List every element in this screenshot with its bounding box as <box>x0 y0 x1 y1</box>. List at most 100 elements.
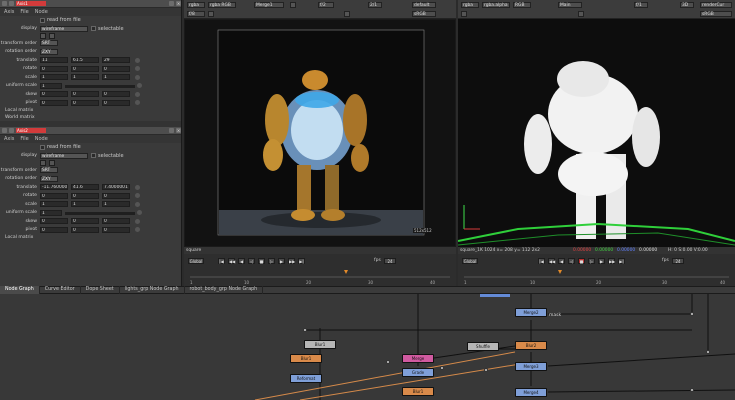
translate-y-field[interactable]: 41.6 <box>71 184 99 191</box>
animation-icon[interactable] <box>135 184 140 190</box>
node-merge[interactable]: Merge3 <box>515 362 547 371</box>
rotate-x-field[interactable]: 0 <box>40 192 68 199</box>
translate-x-field[interactable]: -11.760000 <box>40 184 68 191</box>
pivot-x-field[interactable]: 0 <box>40 226 68 233</box>
roi-button[interactable] <box>461 11 467 17</box>
float-panel-icon[interactable] <box>169 128 174 133</box>
prev-frame-button[interactable]: ◀ <box>558 258 565 264</box>
node-blur[interactable]: Blur1 <box>304 340 336 349</box>
rotation-order-dropdown[interactable]: ZXY <box>40 175 58 182</box>
selectable-checkbox[interactable] <box>91 153 96 159</box>
renderer-dropdown[interactable]: renderCur <box>700 2 732 8</box>
uniform-scale-field[interactable]: 1 <box>40 82 62 89</box>
read-from-file-checkbox[interactable] <box>40 17 45 23</box>
dot-node[interactable] <box>440 366 444 370</box>
node-reformat[interactable]: Reformat <box>290 374 322 383</box>
animation-icon[interactable] <box>135 227 140 233</box>
dot-node[interactable] <box>303 328 307 332</box>
playhead-marker[interactable] <box>344 270 348 274</box>
dot-node[interactable] <box>690 388 694 392</box>
stop-button[interactable]: ■ <box>578 258 585 264</box>
node-blur[interactable]: Blur1 <box>290 354 322 363</box>
translate-z-field[interactable]: 29 <box>102 57 130 64</box>
fps-field[interactable]: 24 <box>672 258 684 264</box>
tab-dope-sheet[interactable]: Dope Sheet <box>81 286 120 294</box>
channels-dropdown[interactable]: rgba <box>187 2 205 8</box>
gain-dropdown[interactable]: f/2 <box>318 2 334 8</box>
skew-x-field[interactable]: 0 <box>40 91 68 98</box>
transform-order-dropdown[interactable]: SRT <box>40 167 58 174</box>
uniform-scale-slider[interactable] <box>65 84 135 88</box>
skew-z-field[interactable]: 0 <box>102 91 130 98</box>
node-merge[interactable]: Merge <box>402 354 434 363</box>
close-panel-icon[interactable]: × <box>176 1 181 6</box>
node-open-icon[interactable] <box>9 128 14 133</box>
next-key-button[interactable]: ▶▶ <box>608 258 615 264</box>
timeline-mode-dropdown[interactable]: Global <box>188 258 204 264</box>
display-dropdown[interactable]: wireframe <box>40 152 88 159</box>
node-grade[interactable]: Grade <box>402 368 434 377</box>
node-name-field[interactable]: Axis1 <box>16 1 46 6</box>
tab-node-graph[interactable]: Node Graph <box>0 286 40 294</box>
stop-button[interactable]: ■ <box>258 258 265 264</box>
node-color-icon[interactable] <box>2 128 7 133</box>
pivot-z-field[interactable]: 0 <box>102 99 130 106</box>
rgb-dropdown[interactable]: RGB <box>513 2 531 8</box>
rotation-order-dropdown[interactable]: ZXY <box>40 48 58 55</box>
animation-icon[interactable] <box>135 218 140 224</box>
skew-y-field[interactable]: 0 <box>71 218 99 225</box>
tab-node[interactable]: Node <box>35 136 48 142</box>
rotate-x-field[interactable]: 0 <box>40 65 68 72</box>
gain-dropdown[interactable]: f/1 <box>634 2 648 8</box>
node-shuffle[interactable]: Shuffle <box>467 342 499 351</box>
input-dropdown[interactable]: Main <box>558 2 582 8</box>
skew-z-field[interactable]: 0 <box>102 218 130 225</box>
clip-button[interactable] <box>578 11 584 17</box>
dot-node[interactable] <box>386 360 390 364</box>
scale-x-field[interactable]: 1 <box>40 74 68 81</box>
roi-button[interactable] <box>208 11 214 17</box>
close-panel-icon[interactable]: × <box>176 128 181 133</box>
animation-icon[interactable] <box>135 91 140 97</box>
layer-dropdown[interactable]: rgba RGB <box>208 2 236 8</box>
playhead-marker[interactable] <box>558 270 562 274</box>
colorspace-dropdown[interactable]: sRGB <box>700 11 732 17</box>
scale-z-field[interactable]: 1 <box>102 74 130 81</box>
node-color-icon[interactable] <box>2 1 7 6</box>
input-b-button[interactable] <box>290 2 296 8</box>
rotate-z-field[interactable]: 0 <box>102 65 130 72</box>
dot-node[interactable] <box>706 350 710 354</box>
pivot-y-field[interactable]: 0 <box>71 226 99 233</box>
node-blur[interactable]: Blur1 <box>402 387 434 396</box>
local-matrix-toggle[interactable]: Local matrix <box>0 235 60 240</box>
tab-lights-grp-node-graph[interactable]: lights_grp Node Graph <box>120 286 185 294</box>
animation-icon[interactable] <box>137 83 142 89</box>
animation-icon[interactable] <box>135 100 140 106</box>
animation-icon[interactable] <box>137 210 142 216</box>
node-open-icon[interactable] <box>9 1 14 6</box>
prev-frame-button[interactable]: ◀ <box>238 258 245 264</box>
node-merge[interactable]: Merge4 <box>515 388 547 397</box>
uniform-scale-field[interactable]: 1 <box>40 209 62 216</box>
local-matrix-toggle[interactable]: Local matrix <box>0 108 60 113</box>
tab-file[interactable]: File <box>20 136 28 142</box>
skew-x-field[interactable]: 0 <box>40 218 68 225</box>
pivot-y-field[interactable]: 0 <box>71 99 99 106</box>
dot-node[interactable] <box>484 368 488 372</box>
play-button[interactable]: ▷ <box>588 258 595 264</box>
play-button[interactable]: ▷ <box>268 258 275 264</box>
prev-key-button[interactable]: ◀◀ <box>228 258 235 264</box>
pivot-x-field[interactable]: 0 <box>40 99 68 106</box>
animation-icon[interactable] <box>135 201 140 207</box>
animation-icon[interactable] <box>135 193 140 199</box>
rotate-z-field[interactable]: 0 <box>102 192 130 199</box>
translate-x-field[interactable]: 11 <box>40 57 68 64</box>
tab-curve-editor[interactable]: Curve Editor <box>40 286 81 294</box>
float-panel-icon[interactable] <box>169 1 174 6</box>
next-key-button[interactable]: ▶▶ <box>288 258 295 264</box>
pivot-z-field[interactable]: 0 <box>102 226 130 233</box>
timeline-ruler[interactable]: 1 10 20 30 40 <box>458 268 735 286</box>
tab-file[interactable]: File <box>20 9 28 15</box>
lut-dropdown[interactable]: default <box>412 2 436 8</box>
transform-order-dropdown[interactable]: SRT <box>40 40 58 47</box>
